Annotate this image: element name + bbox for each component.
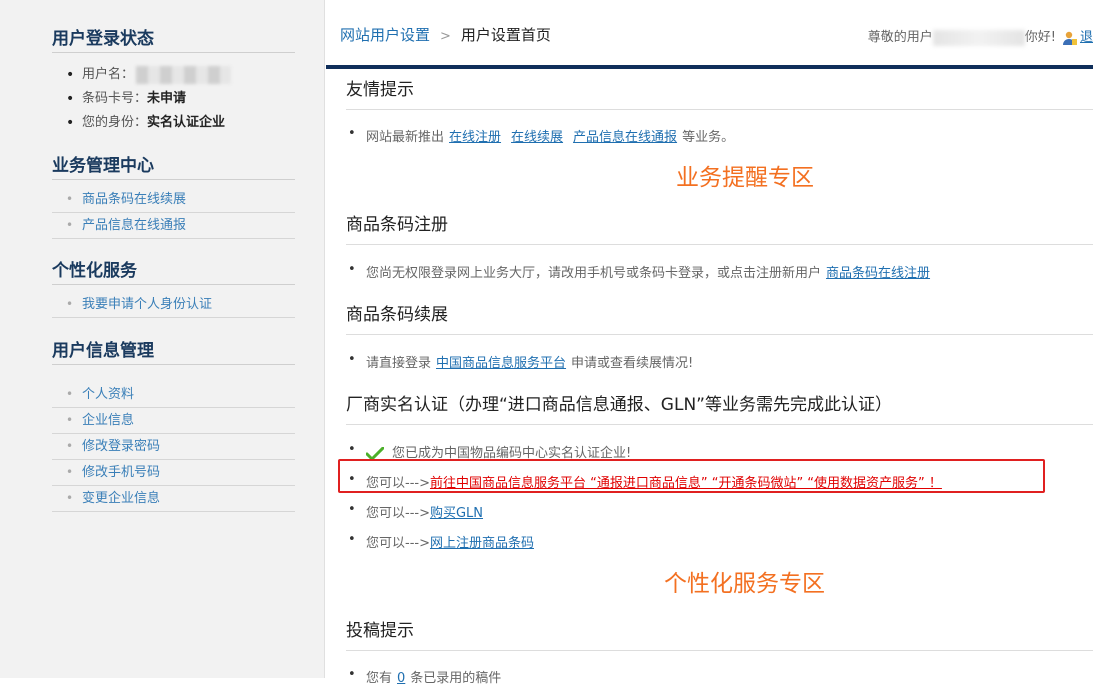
header: 网站用户设置 > 用户设置首页 尊敬的用户 你好! 退 <box>326 0 1093 66</box>
sidebar: 用户登录状态 用户名： 条码卡号：未申请 您的身份：实名认证企业 业务管理中心 … <box>0 0 325 678</box>
renewal-line: 请直接登录中国商品信息服务平台申请或查看续展情况! <box>348 352 693 371</box>
login-status-title: 用户登录状态 <box>52 26 295 53</box>
register-line: 您尚无权限登录网上业务大厅，请改用手机号或条码卡登录，或点击注册新用户商品条码在… <box>348 262 935 281</box>
register-title: 商品条码注册 <box>346 206 1093 245</box>
userinfo-title: 用户信息管理 <box>52 338 295 365</box>
breadcrumb-separator: > <box>440 29 451 44</box>
business-section: 业务管理中心 商品条码在线续展 产品信息在线通报 <box>52 153 295 239</box>
submission-count[interactable]: 0 <box>397 671 405 686</box>
barcode-value: 未申请 <box>147 91 187 106</box>
user-greeting: 尊敬的用户 你好! 退 <box>867 29 1093 46</box>
submission-line: 您有0条已录用的稿件 <box>348 667 501 686</box>
logout-link[interactable]: 退 <box>1080 30 1093 45</box>
username-row: 用户名： <box>52 63 295 87</box>
personal-zone-label: 个性化服务专区 <box>664 571 825 597</box>
buy-gln-line: 您可以--->购买GLN <box>348 502 483 521</box>
identity-value: 实名认证企业 <box>147 115 226 130</box>
renewal-title: 商品条码续展 <box>346 296 1093 335</box>
sidebar-item-personal-auth[interactable]: 我要申请个人身份认证 <box>52 292 295 318</box>
business-title: 业务管理中心 <box>52 153 295 180</box>
online-renewal-link[interactable]: 在线续展 <box>511 130 563 145</box>
online-barcode-register-link[interactable]: 网上注册商品条码 <box>430 536 534 551</box>
product-report-link[interactable]: 产品信息在线通报 <box>573 130 677 145</box>
tips-line: 网站最新推出在线注册在线续展产品信息在线通报等业务。 <box>348 126 734 145</box>
breadcrumb-root[interactable]: 网站用户设置 <box>340 26 430 44</box>
sidebar-item-change-phone[interactable]: 修改手机号码 <box>52 460 295 486</box>
breadcrumb: 网站用户设置 > 用户设置首页 <box>340 24 551 45</box>
username-redacted <box>136 65 232 84</box>
greeting-username-redacted <box>932 29 1025 46</box>
barcode-row: 条码卡号：未申请 <box>52 87 295 111</box>
platform-link[interactable]: 中国商品信息服务平台 <box>436 356 566 371</box>
submission-title: 投稿提示 <box>346 612 1093 651</box>
buy-gln-link[interactable]: 购买GLN <box>430 506 483 521</box>
highlight-box <box>338 459 1045 493</box>
sidebar-item-barcode-renewal[interactable]: 商品条码在线续展 <box>52 187 295 213</box>
online-register-link[interactable]: 在线注册 <box>449 130 501 145</box>
sidebar-item-company-info[interactable]: 企业信息 <box>52 408 295 434</box>
main-content: 友情提示 网站最新推出在线注册在线续展产品信息在线通报等业务。 业务提醒专区 商… <box>326 69 1093 686</box>
reminder-zone-label: 业务提醒专区 <box>676 165 814 191</box>
user-icon <box>1062 31 1077 45</box>
personal-title: 个性化服务 <box>52 258 295 285</box>
userinfo-section: 用户信息管理 个人资料 企业信息 修改登录密码 修改手机号码 变更企业信息 <box>52 338 295 512</box>
personal-section: 个性化服务 我要申请个人身份认证 <box>52 258 295 318</box>
online-barcode-register-line: 您可以--->网上注册商品条码 <box>348 532 534 551</box>
sidebar-item-change-company[interactable]: 变更企业信息 <box>52 486 295 512</box>
verification-title: 厂商实名认证（办理“进口商品信息通报、GLN”等业务需先完成此认证） <box>346 386 1093 425</box>
sidebar-item-change-password[interactable]: 修改登录密码 <box>52 434 295 460</box>
barcode-register-link[interactable]: 商品条码在线注册 <box>826 266 930 281</box>
breadcrumb-current: 用户设置首页 <box>460 26 551 44</box>
login-status-section: 用户登录状态 用户名： 条码卡号：未申请 您的身份：实名认证企业 <box>52 26 295 135</box>
sidebar-item-product-report[interactable]: 产品信息在线通报 <box>52 213 295 239</box>
tips-title: 友情提示 <box>346 71 1093 110</box>
sidebar-item-profile[interactable]: 个人资料 <box>52 382 295 408</box>
identity-row: 您的身份：实名认证企业 <box>52 111 295 135</box>
